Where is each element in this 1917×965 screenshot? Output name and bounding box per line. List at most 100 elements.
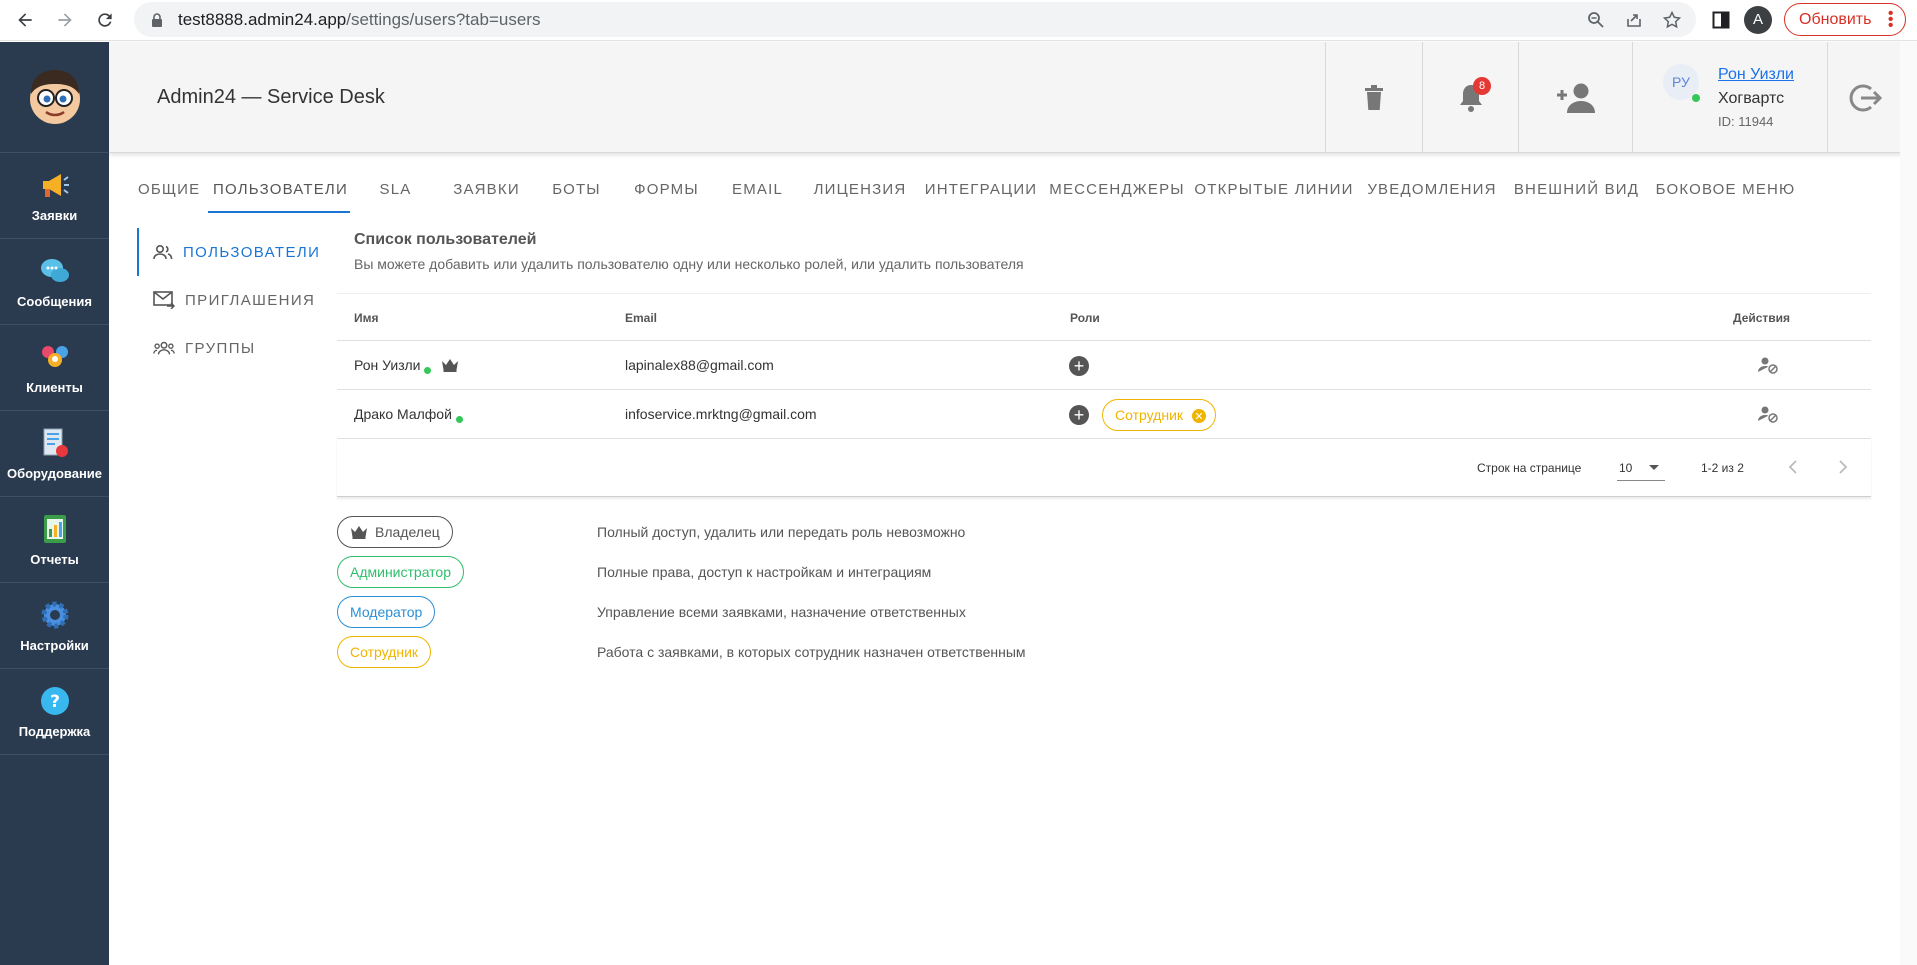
user-organization: Хогвартс <box>1718 90 1785 107</box>
subnav-label: ПОЛЬЗОВАТЕЛИ <box>183 243 321 261</box>
online-status-dot <box>455 416 463 423</box>
tab-sla[interactable]: SLA <box>350 165 441 213</box>
role-chip-employee: Сотрудник ✕ <box>1102 399 1217 431</box>
chevron-right-icon <box>1839 460 1848 474</box>
rows-per-page-label: Строк на странице <box>1477 461 1582 475</box>
tab-integrations[interactable]: Интеграции <box>917 165 1045 213</box>
remove-user-button[interactable] <box>1757 356 1779 377</box>
add-role-button[interactable]: + <box>1069 405 1089 425</box>
next-page-button[interactable] <box>1833 457 1853 477</box>
prev-page-button[interactable] <box>1783 457 1803 477</box>
notification-count-badge: 8 <box>1473 77 1491 95</box>
user-email: infoservice.mrktng@gmail.com <box>625 406 817 422</box>
sidebar-item-label: Отчеты <box>30 552 79 567</box>
pagination-range: 1-2 из 2 <box>1701 461 1744 475</box>
tab-messengers[interactable]: Мессенджеры <box>1045 165 1189 213</box>
remove-user-button[interactable] <box>1757 405 1779 426</box>
share-icon[interactable] <box>1622 8 1646 32</box>
column-header-actions: Действия <box>1733 311 1791 325</box>
sidebar-item-requests[interactable]: Заявки <box>0 153 109 239</box>
column-header-name[interactable]: Имя <box>354 311 379 325</box>
more-vert-icon: • • • <box>1887 5 1894 34</box>
online-status-dot <box>424 367 432 374</box>
groups-icon <box>153 337 175 359</box>
legend-role-description: Полные права, доступ к настройкам и инте… <box>597 564 932 580</box>
logout-icon <box>1849 84 1882 111</box>
rows-per-page-select[interactable]: 10 <box>1617 451 1665 481</box>
sidebar-item-support[interactable]: ? Поддержка <box>0 669 109 755</box>
trash-button[interactable] <box>1325 42 1422 153</box>
role-chip-label: Сотрудник <box>1115 407 1184 423</box>
url-host: test8888.admin24.app <box>178 9 347 29</box>
subnav-users[interactable]: ПОЛЬЗОВАТЕЛИ <box>137 228 321 276</box>
user-name-link[interactable]: Рон Уизли <box>1718 66 1794 84</box>
browser-profile-avatar[interactable]: A <box>1744 5 1772 34</box>
current-user-card: РУ Рон Уизли Хогвартс ID: 11944 <box>1632 42 1827 153</box>
chat-bubbles-icon <box>38 254 72 288</box>
settings-tabs: Общие Пользователи SLA Заявки Боты Формы… <box>124 165 1803 213</box>
tab-appearance[interactable]: Внешний вид <box>1505 165 1648 213</box>
crown-icon <box>351 526 367 539</box>
legend-role-description: Работа с заявками, в которых сотрудник н… <box>597 644 1026 660</box>
app-sidebar: Заявки Сообщения Клиенты Оборудование От… <box>0 42 109 965</box>
sidebar-item-messages[interactable]: Сообщения <box>0 239 109 325</box>
subnav-invitations[interactable]: ПРИГЛАШЕНИЯ <box>137 276 317 324</box>
add-user-button[interactable] <box>1518 42 1632 153</box>
tab-side-menu[interactable]: Боковое меню <box>1648 165 1803 213</box>
tab-bots[interactable]: Боты <box>532 165 621 213</box>
tab-license[interactable]: Лицензия <box>803 165 917 213</box>
tab-email[interactable]: Email <box>712 165 803 213</box>
address-bar[interactable]: test8888.admin24.app/settings/users?tab=… <box>134 2 1696 37</box>
reload-icon[interactable] <box>90 5 120 35</box>
logout-button[interactable] <box>1827 42 1901 153</box>
sidebar-item-label: Клиенты <box>26 380 83 395</box>
tab-forms[interactable]: Формы <box>621 165 712 213</box>
legend-row: Сотрудник Работа с заявками, в которых с… <box>337 632 1871 672</box>
browser-update-button[interactable]: Обновить • • • <box>1784 3 1907 36</box>
legend-row: Администратор Полные права, доступ к нас… <box>337 552 1871 592</box>
users-list-title: Список пользователей <box>354 231 537 248</box>
sidebar-item-settings[interactable]: Настройки <box>0 583 109 669</box>
star-icon[interactable] <box>1660 8 1684 32</box>
legend-chip-admin: Администратор <box>337 556 465 588</box>
app-logo[interactable] <box>0 42 109 153</box>
side-panel-icon[interactable] <box>1710 9 1732 31</box>
legend-role-description: Полный доступ, удалить или передать роль… <box>597 524 966 540</box>
help-icon: ? <box>38 684 72 718</box>
tab-general[interactable]: Общие <box>124 165 208 213</box>
legend-chip-owner: Владелец <box>337 516 453 548</box>
page-scrollbar[interactable] <box>1900 42 1917 965</box>
sidebar-item-clients[interactable]: Клиенты <box>0 325 109 411</box>
trash-icon <box>1365 84 1383 110</box>
chevron-left-icon <box>1788 460 1797 474</box>
app-header: Admin24 — Service Desk 8 РУ Рон Уизли Хо… <box>109 42 1917 153</box>
sidebar-item-reports[interactable]: Отчеты <box>0 497 109 583</box>
remove-role-icon[interactable]: ✕ <box>1192 409 1207 423</box>
column-header-email[interactable]: Email <box>625 311 657 325</box>
notifications-button[interactable]: 8 <box>1422 42 1518 153</box>
tab-requests[interactable]: Заявки <box>441 165 532 213</box>
legend-role-label: Сотрудник <box>350 644 419 660</box>
user-name-cell: Рон Уизли <box>354 357 459 374</box>
legend-row: Владелец Полный доступ, удалить или пере… <box>337 512 1871 552</box>
dropdown-caret-icon <box>1649 465 1659 470</box>
zoom-icon[interactable] <box>1584 8 1608 32</box>
table-pagination: Строк на странице 10 1-2 из 2 <box>337 439 1871 497</box>
svg-text:?: ? <box>50 692 60 712</box>
sidebar-item-equipment[interactable]: Оборудование <box>0 411 109 497</box>
tab-notifications[interactable]: Уведомления <box>1359 165 1505 213</box>
tab-users[interactable]: Пользователи <box>208 165 350 213</box>
back-icon[interactable] <box>10 5 40 35</box>
user-id: ID: 11944 <box>1718 114 1774 129</box>
subnav-groups[interactable]: ГРУППЫ <box>137 324 317 372</box>
gear-icon <box>38 598 72 632</box>
add-role-button[interactable]: + <box>1069 356 1089 376</box>
equipment-icon <box>38 426 72 460</box>
sidebar-item-label: Сообщения <box>17 294 92 309</box>
users-subnav: ПОЛЬЗОВАТЕЛИ ПРИГЛАШЕНИЯ ГРУППЫ <box>137 228 321 372</box>
column-header-roles[interactable]: Роли <box>1070 311 1100 325</box>
tab-open-lines[interactable]: Открытые линии <box>1189 165 1359 213</box>
sidebar-item-label: Настройки <box>20 638 89 653</box>
forward-icon[interactable] <box>50 5 80 35</box>
table-header: Имя Email Роли Действия <box>337 293 1871 341</box>
